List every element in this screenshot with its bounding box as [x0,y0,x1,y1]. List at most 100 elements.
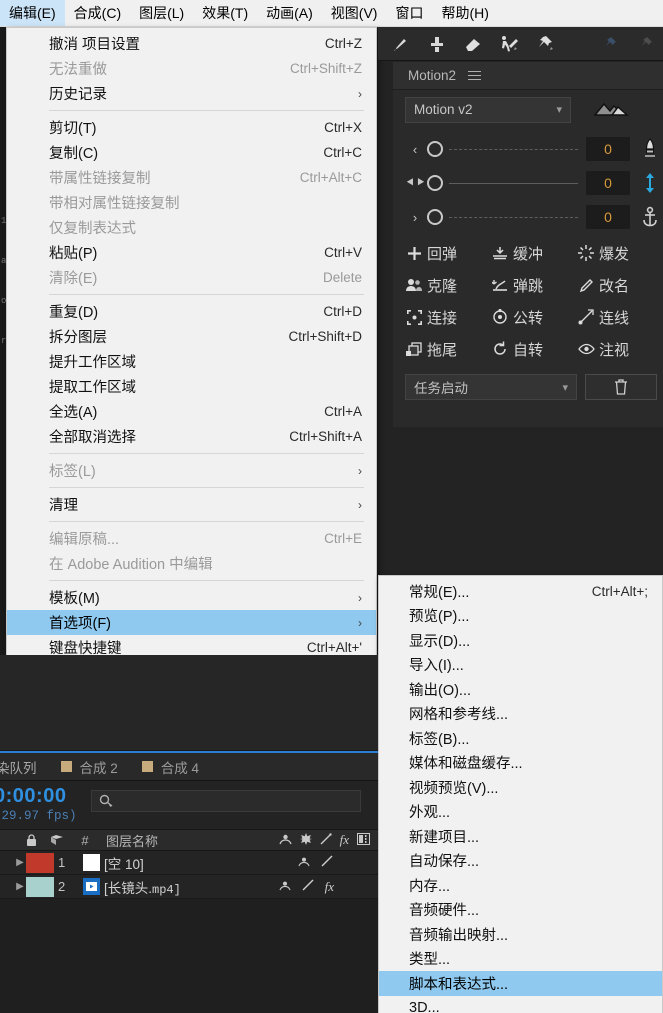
preferences-item-5[interactable]: 网格和参考线... [379,702,662,727]
edit-menu-item-2[interactable]: 历史记录 › [7,81,376,106]
slider-knob[interactable] [427,141,443,157]
edit-menu-item-0[interactable]: 撤消 项目设置 Ctrl+Z [7,31,376,56]
preferences-item-3[interactable]: 导入(I)... [379,653,662,678]
preferences-item-17[interactable]: 3D... [379,996,662,1013]
slider-track-1[interactable] [425,175,578,191]
landscape-icon[interactable] [591,96,637,123]
menubar-item-0[interactable]: 编辑(E) [0,0,65,26]
preferences-item-6[interactable]: 标签(B)... [379,726,662,751]
rocket-icon[interactable] [638,138,662,160]
preferences-item-12[interactable]: 内存... [379,873,662,898]
motion2-button-弹跳[interactable]: 弹跳 [491,272,577,298]
timeline-tab-2[interactable]: 合成 4 [130,753,211,781]
menubar-item-1[interactable]: 合成(C) [65,0,130,26]
menubar-item-3[interactable]: 效果(T) [193,0,257,26]
eraser-icon[interactable] [456,30,489,58]
preferences-item-2[interactable]: 显示(D)... [379,628,662,653]
collapse-arrows-icon[interactable]: ⯇⯈ [405,175,426,191]
timeline-tab-0[interactable]: 染队列 [0,753,49,781]
preferences-item-13[interactable]: 音频硬件... [379,898,662,923]
preferences-item-14[interactable]: 音频输出映射... [379,922,662,947]
motion2-button-回弹[interactable]: 回弹 [405,240,491,266]
timeline-tab-1[interactable]: 合成 2 [49,753,130,781]
motion2-button-连线[interactable]: 连线 [577,304,663,330]
vertical-arrows-icon[interactable] [638,172,662,194]
preferences-item-16[interactable]: 脚本和表达式... [379,971,662,996]
slider-value-0[interactable]: 0 [586,137,630,161]
preferences-item-10[interactable]: 新建项目... [379,824,662,849]
clone-stamp-icon[interactable] [420,30,453,58]
motion2-button-改名[interactable]: 改名 [577,272,663,298]
layer-color-bar[interactable] [26,852,54,873]
slider-value-2[interactable]: 0 [586,205,630,229]
edit-menu-item-13[interactable]: 拆分图层 Ctrl+Shift+D [7,324,376,349]
timecode-display[interactable]: 0:00:00 (29.97 fps) [0,785,77,823]
puppet-overlap-icon[interactable] [630,30,663,58]
layer-switches[interactable] [298,855,378,870]
layer-name[interactable]: [长镜头.mp4] [104,877,181,897]
anchor-icon[interactable] [638,206,662,228]
roto-brush-icon[interactable] [492,30,525,58]
edit-menu-item-5[interactable]: 复制(C) Ctrl+C [7,140,376,165]
menubar-item-6[interactable]: 窗口 [386,0,432,26]
current-timecode[interactable]: 0:00:00 [0,785,77,808]
motion2-button-注视[interactable]: 注视 [577,336,663,362]
edit-menu-item-26[interactable]: 模板(M) › [7,585,376,610]
edit-menu-item-14[interactable]: 提升工作区域 [7,349,376,374]
edit-menu-item-27[interactable]: 首选项(F) › [7,610,376,635]
table-row[interactable]: ▶ 2 [长镜头.mp4] fx [0,875,378,899]
composition-viewer[interactable] [0,655,378,750]
motion2-button-缓冲[interactable]: 缓冲 [491,240,577,266]
layer-switches[interactable]: fx [279,879,378,895]
preferences-item-1[interactable]: 预览(P)... [379,604,662,629]
left-chevron-icon[interactable]: ‹ [405,142,425,157]
preferences-item-8[interactable]: 视频预览(V)... [379,775,662,800]
edit-menu-item-15[interactable]: 提取工作区域 [7,374,376,399]
chevron-right-icon[interactable]: ▶ [0,881,26,892]
edit-menu-item-12[interactable]: 重复(D) Ctrl+D [7,299,376,324]
brush-icon[interactable] [384,30,417,58]
menubar-item-7[interactable]: 帮助(H) [432,0,497,26]
motion2-button-公转[interactable]: 公转 [491,304,577,330]
motion2-button-克隆[interactable]: 克隆 [405,272,491,298]
delete-button[interactable] [585,374,657,400]
motion2-button-爆发[interactable]: 爆发 [577,240,663,266]
transform-icon[interactable] [301,879,315,894]
preferences-item-0[interactable]: 常规(E)... Ctrl+Alt+; [379,579,662,604]
layer-search-input[interactable] [90,790,361,812]
edit-menu-item-16[interactable]: 全选(A) Ctrl+A [7,399,376,424]
table-row[interactable]: ▶ 1 [空 10] [0,851,378,875]
edit-menu-item-4[interactable]: 剪切(T) Ctrl+X [7,115,376,140]
preferences-item-9[interactable]: 外观... [379,800,662,825]
preferences-item-7[interactable]: 媒体和磁盘缓存... [379,751,662,776]
transform-icon[interactable] [320,855,334,870]
slider-knob[interactable] [427,209,443,225]
motion2-button-连接[interactable]: 连接 [405,304,491,330]
shy-icon[interactable] [298,855,310,870]
layer-name[interactable]: [空 10] [104,853,144,873]
puppet-pin-icon[interactable] [528,30,561,58]
fx-icon[interactable]: fx [325,879,334,895]
hamburger-menu-icon[interactable] [468,70,482,81]
motion2-tab-label[interactable]: Motion2 [408,68,456,83]
task-launch-select[interactable]: 任务启动 ▾ [405,374,577,400]
menubar-item-5[interactable]: 视图(V) [322,0,387,26]
puppet-starch-icon[interactable] [594,30,627,58]
motion-preset-select[interactable]: Motion v2 ▾ [405,96,571,123]
preferences-item-4[interactable]: 输出(O)... [379,677,662,702]
layer-color-bar[interactable] [26,876,54,897]
edit-menu-item-9[interactable]: 粘贴(P) Ctrl+V [7,240,376,265]
motion2-button-自转[interactable]: 自转 [491,336,577,362]
slider-knob[interactable] [427,175,443,191]
menubar-item-2[interactable]: 图层(L) [130,0,193,26]
preferences-item-11[interactable]: 自动保存... [379,849,662,874]
slider-value-1[interactable]: 0 [586,171,630,195]
slider-track-2[interactable] [425,209,578,225]
motion2-button-拖尾[interactable]: 拖尾 [405,336,491,362]
menubar-item-4[interactable]: 动画(A) [257,0,322,26]
shy-icon[interactable] [279,879,291,894]
preferences-item-15[interactable]: 类型... [379,947,662,972]
edit-menu-item-21[interactable]: 清理 › [7,492,376,517]
right-chevron-icon[interactable]: › [405,210,425,225]
slider-track-0[interactable] [425,141,578,157]
